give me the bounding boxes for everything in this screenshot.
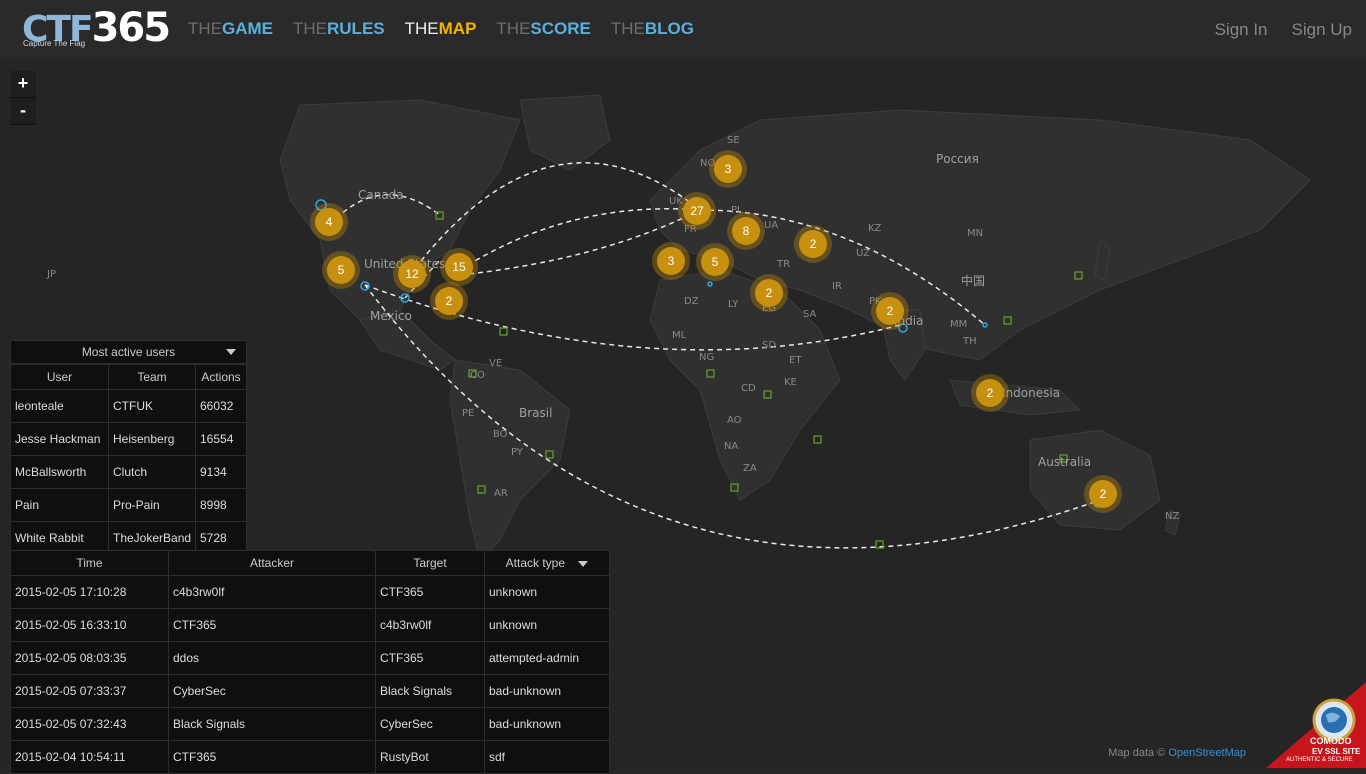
map-attribution: Map data © OpenStreetMap (1108, 747, 1246, 759)
map-label: Australia (1038, 455, 1092, 469)
active-users-table: User Team Actions leonteale CTFUK 66032 Je… (10, 364, 247, 555)
map-label: BO (493, 429, 508, 440)
table-row: 2015-02-05 08:03:35 ddos CTF365 attempted-a… (10, 641, 610, 675)
map-label: Brasil (519, 406, 553, 420)
logo-tagline: Capture The Flag (23, 39, 86, 48)
map-label: PY (511, 447, 523, 458)
most-active-users-panel: Most active users User Team Actions leon… (10, 340, 247, 555)
attack-cluster[interactable]: 2 (430, 282, 468, 320)
map-label: CO (470, 370, 485, 381)
table-row: leonteale CTFUK 66032 (10, 389, 247, 423)
comodo-ssl-badge[interactable]: COMODO EV SSL SITE AUTHENTIC & SECURE (1266, 682, 1366, 768)
sign-in-link[interactable]: Sign In (1215, 20, 1268, 40)
auth-links: Sign In Sign Up (1215, 20, 1352, 40)
nav-the-score[interactable]: THE SCORE (496, 19, 590, 39)
attack-cluster[interactable]: 8 (727, 212, 765, 250)
column-header-attack-type[interactable]: Attack type (484, 550, 610, 576)
map-label: PE (462, 408, 475, 419)
map-label: TR (777, 259, 791, 270)
attack-cluster[interactable]: 3 (652, 242, 690, 280)
sign-up-link[interactable]: Sign Up (1292, 20, 1352, 40)
dropdown-caret-icon[interactable] (226, 349, 236, 355)
map-label: NG (699, 352, 715, 363)
map-label: CD (741, 383, 756, 394)
map-label: SA (803, 309, 817, 320)
table-row: 2015-02-04 10:54:11 CTF365 RustyBot sdf (10, 740, 610, 774)
map-label: 中国 (961, 274, 986, 288)
zoom-in-button[interactable]: + (10, 71, 36, 98)
map-label: TH (963, 336, 977, 347)
most-active-users-header[interactable]: Most active users (10, 340, 247, 364)
column-header-actions: Actions (195, 364, 247, 390)
attack-cluster[interactable]: 12 (393, 255, 431, 293)
attack-cluster[interactable]: 2 (1084, 475, 1122, 513)
attack-cluster[interactable]: 27 (678, 192, 716, 230)
nav-the-blog[interactable]: THE BLOG (611, 19, 694, 39)
attack-cluster[interactable]: 2 (871, 292, 909, 330)
table-row: Jesse Hackman Heisenberg 16554 (10, 422, 247, 456)
map-label: AO (727, 415, 742, 426)
map-label: SD (762, 340, 777, 351)
header: CTF365 Capture The Flag THE GAME THE RULES… (0, 0, 1366, 60)
ssl-line2: AUTHENTIC & SECURE (1286, 757, 1353, 763)
attack-cluster[interactable]: 2 (750, 274, 788, 312)
map-label: ZA (743, 463, 757, 474)
map-label: México (370, 309, 412, 323)
map-label: KE (784, 377, 797, 388)
column-header-attacker: Attacker (168, 550, 376, 576)
map-label: DZ (684, 296, 699, 307)
attack-cluster[interactable]: 2 (971, 374, 1009, 412)
column-header-user: User (10, 364, 109, 390)
map-label: IR (832, 281, 842, 292)
map-label: KZ (868, 223, 882, 234)
table-row: 2015-02-05 07:33:37 CyberSec Black Signals… (10, 674, 610, 708)
attack-log-table: Time Attacker Target Attack type 2015-02… (10, 550, 610, 774)
ctf365-logo[interactable]: CTF365 Capture The Flag (22, 8, 171, 52)
table-row: Pain Pro-Pain 8998 (10, 488, 247, 522)
attack-cluster[interactable]: 15 (440, 248, 478, 286)
zoom-out-button[interactable]: - (10, 98, 36, 125)
map-label: JP (47, 269, 56, 280)
nav-the-rules[interactable]: THE RULES (293, 19, 385, 39)
attack-cluster[interactable]: 5 (322, 251, 360, 289)
map-label: AR (494, 488, 508, 499)
table-row: 2015-02-05 16:33:10 CTF365 c4b3rw0lf unknow… (10, 608, 610, 642)
nav-the-map[interactable]: THE MAP (405, 19, 477, 39)
attack-cluster[interactable]: 5 (696, 243, 734, 281)
map-label: NA (724, 441, 739, 452)
ssl-line1: EV SSL SITE (1312, 747, 1361, 756)
map-label: ML (672, 330, 687, 341)
map-label: ET (789, 355, 802, 366)
column-header-team: Team (108, 364, 196, 390)
attack-log-panel: Time Attacker Target Attack type 2015-02… (10, 550, 610, 774)
map-label: LY (728, 299, 739, 310)
map-label: VE (489, 358, 503, 369)
column-header-target: Target (375, 550, 485, 576)
map-label: Россия (936, 152, 979, 166)
attack-cluster[interactable]: 3 (709, 150, 747, 188)
map-label: MM (950, 319, 968, 330)
map-label: Canada (358, 188, 404, 202)
attack-cluster[interactable]: 2 (794, 225, 832, 263)
map-label: MN (967, 228, 984, 239)
table-row: 2015-02-05 07:32:43 Black Signals CyberSec… (10, 707, 610, 741)
map-label: Indonesia (1002, 386, 1061, 400)
table-row: McBallsworth Clutch 9134 (10, 455, 247, 489)
dropdown-caret-icon[interactable] (578, 561, 589, 567)
map-label: SE (727, 135, 740, 146)
map-label: UA (764, 220, 779, 231)
nav-the-game[interactable]: THE GAME (188, 19, 273, 39)
column-header-time: Time (10, 550, 169, 576)
map-label: UZ (856, 248, 870, 259)
map-label: NZ (1165, 511, 1180, 522)
main-nav: THE GAME THE RULES THE MAP THE SCORE THE BLOG (188, 19, 694, 39)
ssl-brand: COMODO (1310, 736, 1352, 746)
attack-cluster[interactable]: 4 (310, 203, 348, 241)
table-row: 2015-02-05 17:10:28 c4b3rw0lf CTF365 unknow… (10, 575, 610, 609)
openstreetmap-link[interactable]: OpenStreetMap (1168, 747, 1246, 759)
zoom-control: + - (10, 71, 36, 125)
